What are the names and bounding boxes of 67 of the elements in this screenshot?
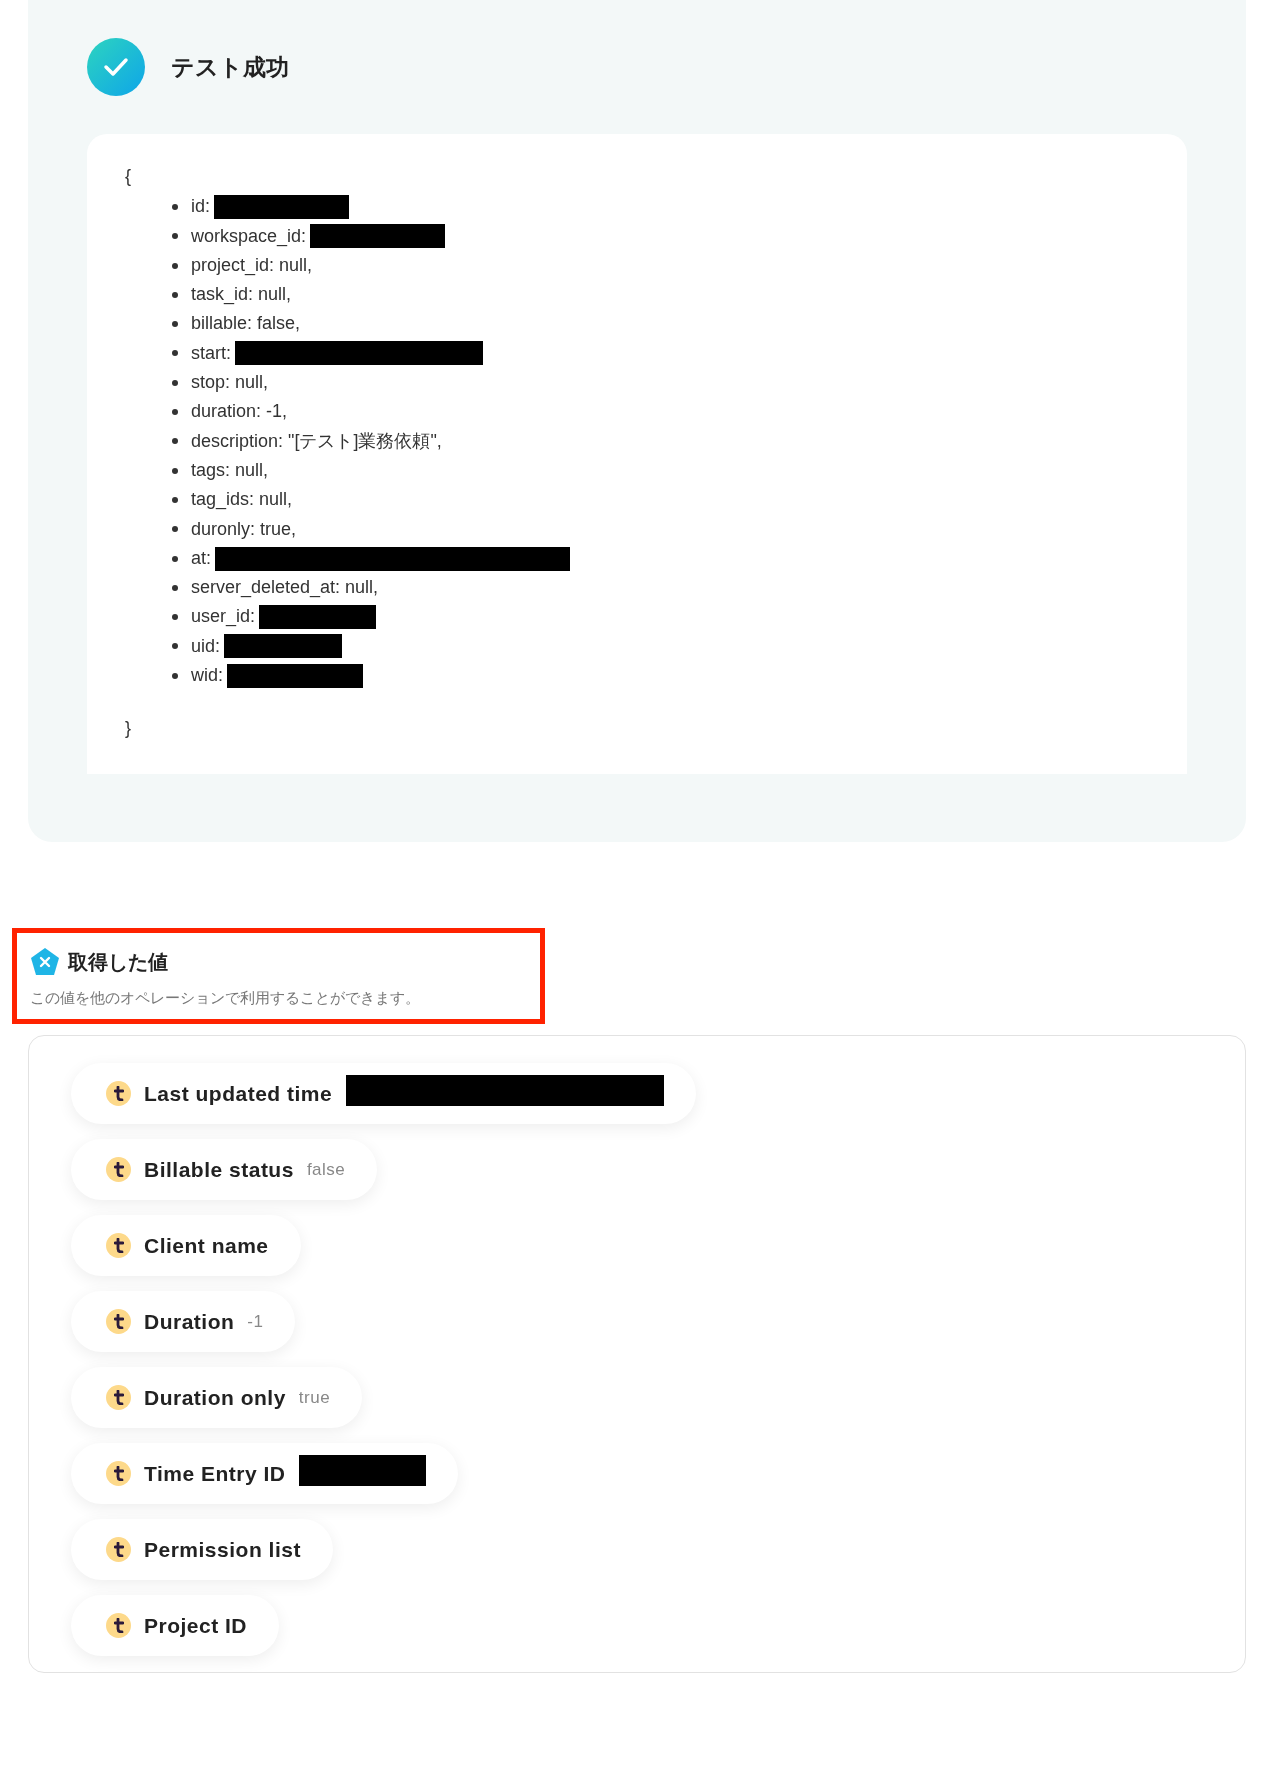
field-text: stop: null, [191, 371, 269, 395]
field-text: duration: -1, [191, 400, 288, 424]
value-chip[interactable]: Billable status false [71, 1139, 378, 1201]
chip-value: true [298, 1386, 331, 1409]
bullet-icon [172, 438, 178, 445]
chip-value: false [306, 1158, 346, 1181]
bullet-icon [172, 584, 178, 591]
open-brace: { [125, 165, 131, 188]
field-text: start: [191, 341, 231, 365]
bullet-icon [172, 291, 178, 298]
field-text: workspace_id: [191, 224, 307, 249]
bullet-icon [172, 643, 178, 650]
t-letter-icon [106, 1461, 131, 1487]
section-description: この値を他のオペレーションで利用することができます。 [30, 987, 421, 1008]
bullet-icon [172, 203, 178, 210]
bullet-icon [172, 409, 178, 415]
field-text: duronly: true, [191, 517, 297, 541]
chip-label: Client name [144, 1232, 269, 1259]
field-text: at: [191, 546, 211, 570]
bullet-icon [172, 262, 178, 269]
value-chip[interactable]: Client name [71, 1215, 301, 1277]
chip-label: Duration only [144, 1384, 286, 1411]
t-letter-icon [106, 1537, 131, 1563]
field-text: description: "[テスト]業務依頼", [191, 429, 442, 453]
value-chip[interactable]: Duration -1 [71, 1291, 296, 1353]
chip-value: -1 [247, 1310, 264, 1333]
pentagon-x-icon [30, 946, 60, 977]
t-letter-icon [106, 1385, 131, 1411]
bullet-icon [172, 379, 178, 386]
field-text: tags: null, [191, 458, 269, 482]
field-text: wid: [191, 664, 223, 688]
chip-label: Permission list [144, 1536, 301, 1563]
field-text: user_id: [191, 605, 256, 629]
bullet-icon [172, 321, 178, 328]
chip-label: Duration [144, 1308, 235, 1335]
field-text: id: [191, 195, 210, 219]
bullet-icon [172, 526, 178, 533]
t-letter-icon [106, 1309, 131, 1335]
field-text: project_id: null, [191, 253, 313, 278]
field-text: tag_ids: null, [191, 488, 293, 512]
chip-label: Last updated time [144, 1080, 333, 1107]
value-chip[interactable]: Time Entry ID [71, 1443, 459, 1505]
bullet-icon [172, 496, 178, 503]
field-text: billable: false, [191, 312, 301, 336]
chip-label: Time Entry ID [144, 1460, 286, 1487]
t-letter-icon [106, 1233, 131, 1259]
bullet-icon [172, 672, 178, 679]
value-chip[interactable]: Project ID [71, 1595, 280, 1657]
value-chip[interactable]: Last updated time [71, 1063, 697, 1125]
bullet-icon [172, 614, 178, 621]
bullet-icon [172, 467, 178, 474]
t-letter-icon [106, 1613, 131, 1639]
chip-label: Project ID [144, 1612, 248, 1639]
value-chip[interactable]: Permission list [71, 1519, 333, 1581]
value-chip[interactable]: Duration only true [71, 1367, 363, 1429]
bullet-icon [172, 233, 178, 240]
close-brace: } [125, 717, 131, 741]
section-title: 取得した値 [68, 949, 168, 975]
bullet-icon [172, 555, 178, 562]
t-letter-icon [106, 1081, 131, 1107]
chip-label: Billable status [144, 1156, 294, 1183]
t-letter-icon [106, 1157, 131, 1183]
field-text: uid: [191, 634, 221, 658]
bullet-icon [172, 350, 178, 357]
result-title: テスト成功 [171, 52, 289, 82]
field-text: server_deleted_at: null, [191, 576, 379, 600]
field-text: task_id: null, [191, 283, 292, 307]
